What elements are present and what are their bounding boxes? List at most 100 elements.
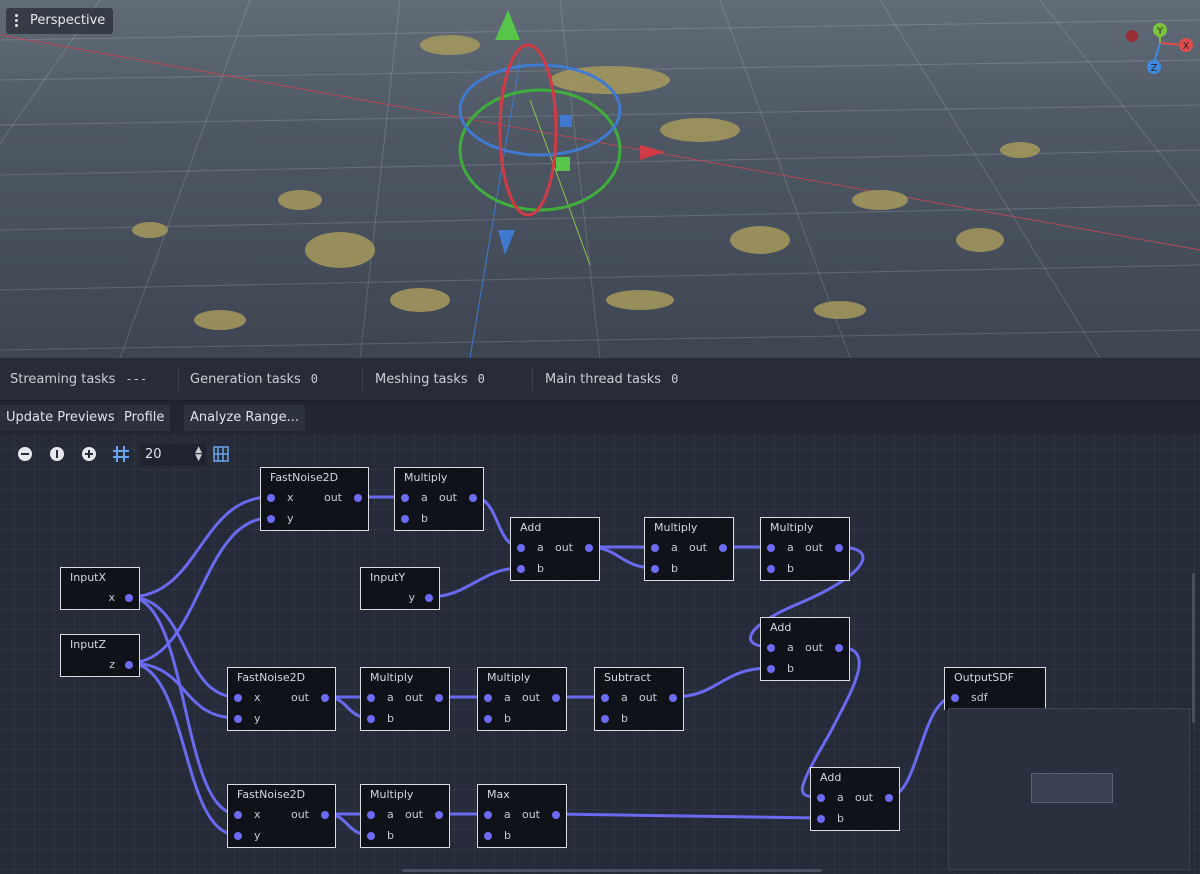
snap-grid-icon[interactable] [112, 445, 130, 463]
output-port[interactable] [321, 811, 329, 819]
input-port[interactable] [367, 694, 375, 702]
input-port[interactable] [401, 494, 409, 502]
minimap-viewport[interactable] [1031, 773, 1113, 803]
output-port[interactable] [125, 661, 133, 669]
port-label: a [387, 808, 394, 821]
analyze-range-button[interactable]: Analyze Range... [184, 405, 305, 431]
output-port[interactable] [435, 811, 443, 819]
node-fastnoise2d-1[interactable]: FastNoise2D x y out [260, 467, 369, 531]
input-port[interactable] [367, 715, 375, 723]
input-port[interactable] [517, 544, 525, 552]
node-title: Multiply [370, 671, 414, 684]
meshing-tasks-stat: Meshing tasks 0 [375, 372, 485, 387]
port-label: a [421, 491, 428, 504]
input-port[interactable] [951, 694, 959, 702]
port-label: y [254, 712, 261, 725]
output-port[interactable] [719, 544, 727, 552]
output-port[interactable] [425, 594, 433, 602]
input-port[interactable] [651, 544, 659, 552]
output-port[interactable] [321, 694, 329, 702]
snap-distance-field[interactable]: 20 ▲ ▼ [140, 444, 206, 466]
output-port[interactable] [125, 594, 133, 602]
port-label: y [287, 512, 294, 525]
input-port[interactable] [267, 494, 275, 502]
zoom-in-icon[interactable] [80, 445, 98, 463]
input-port[interactable] [767, 544, 775, 552]
port-label: out [554, 541, 573, 554]
node-add-3[interactable]: Add a b out [810, 767, 900, 831]
node-add-2[interactable]: Add a b out [760, 617, 850, 681]
node-multiply-4[interactable]: Multiply a b out [360, 667, 450, 731]
graph-editor[interactable]: 20 ▲ ▼ InputX x InputZ z InputY y FastNoi… [0, 433, 1200, 874]
output-port[interactable] [469, 494, 477, 502]
minimap-toggle-icon[interactable] [212, 445, 230, 463]
node-multiply-5[interactable]: Multiply a b out [477, 667, 567, 731]
input-port[interactable] [651, 565, 659, 573]
3d-viewport[interactable]: Perspective Y X Z [0, 0, 1200, 358]
output-port[interactable] [885, 794, 893, 802]
task-status-bar: Streaming tasks --- Generation tasks 0 Mes… [0, 358, 1200, 401]
node-fastnoise2d-3[interactable]: FastNoise2D x y out [227, 784, 336, 848]
perspective-menu-button[interactable]: Perspective [6, 8, 114, 34]
input-port[interactable] [267, 515, 275, 523]
node-title: Multiply [404, 471, 448, 484]
node-outputsdf[interactable]: OutputSDF sdf [944, 667, 1046, 710]
node-multiply-2[interactable]: Multiply a b out [644, 517, 734, 581]
port-label: a [621, 691, 628, 704]
port-label: x [108, 591, 115, 604]
port-label: out [323, 491, 342, 504]
output-port[interactable] [585, 544, 593, 552]
input-port[interactable] [484, 811, 492, 819]
graph-minimap[interactable] [948, 708, 1190, 870]
node-add-1[interactable]: Add a b out [510, 517, 600, 581]
profile-button[interactable]: Profile [118, 405, 171, 431]
node-title: Add [770, 621, 792, 634]
input-port[interactable] [484, 832, 492, 840]
output-port[interactable] [552, 694, 560, 702]
node-inputy[interactable]: InputY y [360, 567, 440, 610]
node-multiply-1[interactable]: Multiply a b out [394, 467, 484, 531]
input-port[interactable] [234, 832, 242, 840]
input-port[interactable] [517, 565, 525, 573]
node-title: Max [487, 788, 510, 801]
input-port[interactable] [484, 694, 492, 702]
input-port[interactable] [234, 694, 242, 702]
node-inputx[interactable]: InputX x [60, 567, 140, 610]
spinner-arrows-icon[interactable]: ▲ ▼ [195, 446, 202, 463]
port-label: out [438, 491, 457, 504]
output-port[interactable] [552, 811, 560, 819]
input-port[interactable] [234, 811, 242, 819]
input-port[interactable] [601, 715, 609, 723]
input-port[interactable] [367, 811, 375, 819]
input-port[interactable] [367, 832, 375, 840]
node-fastnoise2d-2[interactable]: FastNoise2D x y out [227, 667, 336, 731]
input-port[interactable] [401, 515, 409, 523]
input-port[interactable] [767, 644, 775, 652]
output-port[interactable] [354, 494, 362, 502]
node-inputz[interactable]: InputZ z [60, 634, 140, 677]
input-port[interactable] [484, 715, 492, 723]
node-multiply-6[interactable]: Multiply a b out [360, 784, 450, 848]
node-max[interactable]: Max a b out [477, 784, 567, 848]
zoom-reset-icon[interactable] [48, 445, 66, 463]
output-port[interactable] [669, 694, 677, 702]
update-previews-button[interactable]: Update Previews [0, 405, 121, 431]
port-label: a [787, 541, 794, 554]
input-port[interactable] [767, 665, 775, 673]
node-multiply-3[interactable]: Multiply a b out [760, 517, 850, 581]
zoom-out-icon[interactable] [16, 445, 34, 463]
terrain-grid [0, 0, 1200, 358]
input-port[interactable] [817, 815, 825, 823]
axis-orientation-gizmo[interactable]: Y X Z [1120, 18, 1200, 78]
input-port[interactable] [767, 565, 775, 573]
input-port[interactable] [601, 694, 609, 702]
node-subtract[interactable]: Subtract a b out [594, 667, 684, 731]
vertical-scrollbar[interactable] [1192, 573, 1195, 723]
input-port[interactable] [817, 794, 825, 802]
input-port[interactable] [234, 715, 242, 723]
port-label: a [787, 641, 794, 654]
output-port[interactable] [435, 694, 443, 702]
horizontal-scrollbar[interactable] [402, 869, 822, 872]
output-port[interactable] [835, 544, 843, 552]
output-port[interactable] [835, 644, 843, 652]
